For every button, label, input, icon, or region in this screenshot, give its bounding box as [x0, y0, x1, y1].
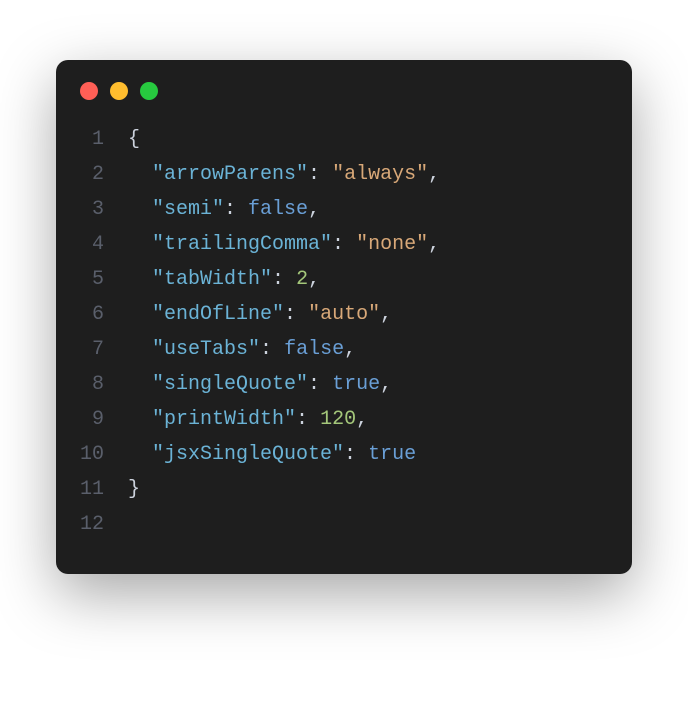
line-number: 4	[56, 227, 128, 262]
code-line: 7 "useTabs": false,	[56, 332, 608, 367]
line-number: 6	[56, 297, 128, 332]
line-number: 3	[56, 192, 128, 227]
line-number: 10	[56, 437, 128, 472]
code-text: "arrowParens": "always",	[128, 157, 440, 192]
code-text: }	[128, 472, 140, 507]
code-text: "printWidth": 120,	[128, 402, 368, 437]
line-number: 7	[56, 332, 128, 367]
close-icon[interactable]	[80, 82, 98, 100]
code-line: 6 "endOfLine": "auto",	[56, 297, 608, 332]
code-text: "tabWidth": 2,	[128, 262, 320, 297]
line-number: 5	[56, 262, 128, 297]
line-number: 1	[56, 122, 128, 157]
code-line: 4 "trailingComma": "none",	[56, 227, 608, 262]
code-line: 11 }	[56, 472, 608, 507]
code-line: 5 "tabWidth": 2,	[56, 262, 608, 297]
code-line: 3 "semi": false,	[56, 192, 608, 227]
code-text: {	[128, 122, 140, 157]
code-window: 1 { 2 "arrowParens": "always", 3 "semi":…	[56, 60, 632, 574]
code-text: "useTabs": false,	[128, 332, 356, 367]
line-number: 11	[56, 472, 128, 507]
code-line: 9 "printWidth": 120,	[56, 402, 608, 437]
minimize-icon[interactable]	[110, 82, 128, 100]
line-number: 12	[56, 507, 128, 542]
code-editor[interactable]: 1 { 2 "arrowParens": "always", 3 "semi":…	[56, 118, 632, 550]
zoom-icon[interactable]	[140, 82, 158, 100]
code-text: "jsxSingleQuote": true	[128, 437, 416, 472]
code-line: 1 {	[56, 122, 608, 157]
code-line: 10 "jsxSingleQuote": true	[56, 437, 608, 472]
code-line: 8 "singleQuote": true,	[56, 367, 608, 402]
code-line: 12	[56, 507, 608, 542]
code-text	[128, 507, 140, 542]
code-text: "singleQuote": true,	[128, 367, 392, 402]
titlebar	[56, 60, 632, 118]
line-number: 2	[56, 157, 128, 192]
line-number: 9	[56, 402, 128, 437]
line-number: 8	[56, 367, 128, 402]
code-line: 2 "arrowParens": "always",	[56, 157, 608, 192]
code-text: "semi": false,	[128, 192, 320, 227]
code-text: "trailingComma": "none",	[128, 227, 440, 262]
code-text: "endOfLine": "auto",	[128, 297, 392, 332]
